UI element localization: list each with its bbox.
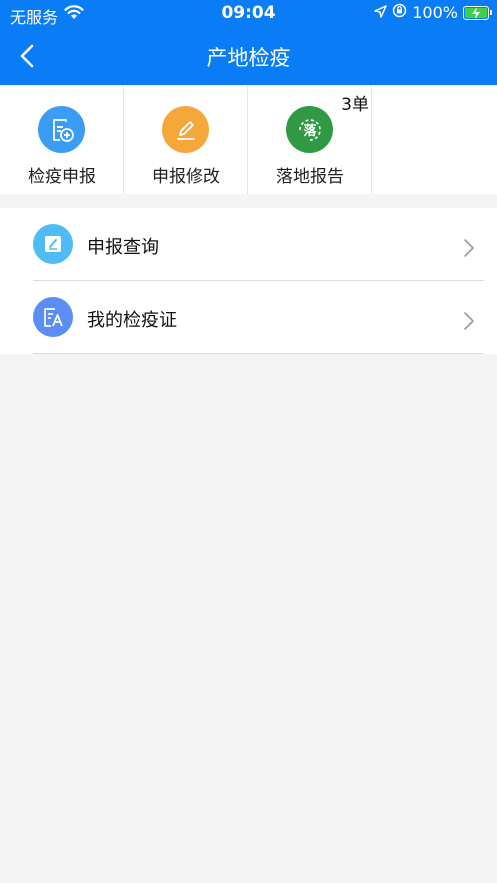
grid-item-label: 申报修改 (152, 167, 220, 187)
certificate-icon (33, 297, 73, 337)
list-item-my-certificate[interactable]: 我的检疫证 (0, 281, 497, 354)
status-bar: 无服务 09:04 100% (0, 0, 497, 28)
page-title: 产地检疫 (206, 46, 291, 70)
query-icon (33, 224, 73, 264)
list-item-label: 我的检疫证 (87, 310, 177, 331)
document-add-icon (38, 106, 85, 153)
grid-item-declare-modify[interactable]: 申报修改 (124, 85, 248, 194)
orientation-lock-icon (392, 3, 407, 22)
divider (33, 353, 484, 354)
list-item-label: 申报查询 (87, 237, 159, 258)
grid-item-label: 落地报告 (276, 167, 344, 187)
pencil-icon (162, 106, 209, 153)
landing-icon: 落 (286, 106, 333, 153)
battery-icon (463, 5, 492, 20)
function-grid: 检疫申报 申报修改 落 落地报告 3单 (0, 85, 497, 194)
grid-item-label: 检疫申报 (28, 167, 96, 187)
navigation-bar: 产地检疫 (0, 28, 497, 85)
chevron-right-icon (464, 312, 474, 330)
count-badge: 3单 (341, 95, 369, 115)
grid-item-landing-report[interactable]: 落 落地报告 3单 (248, 85, 372, 194)
grid-item-quarantine-declare[interactable]: 检疫申报 (0, 85, 124, 194)
chevron-right-icon (464, 239, 474, 257)
list-item-declare-query[interactable]: 申报查询 (0, 208, 497, 281)
menu-list: 申报查询 我的检疫证 (0, 208, 497, 354)
battery-percent: 100% (412, 3, 458, 22)
location-arrow-icon (374, 3, 387, 22)
svg-text:落: 落 (303, 123, 317, 139)
